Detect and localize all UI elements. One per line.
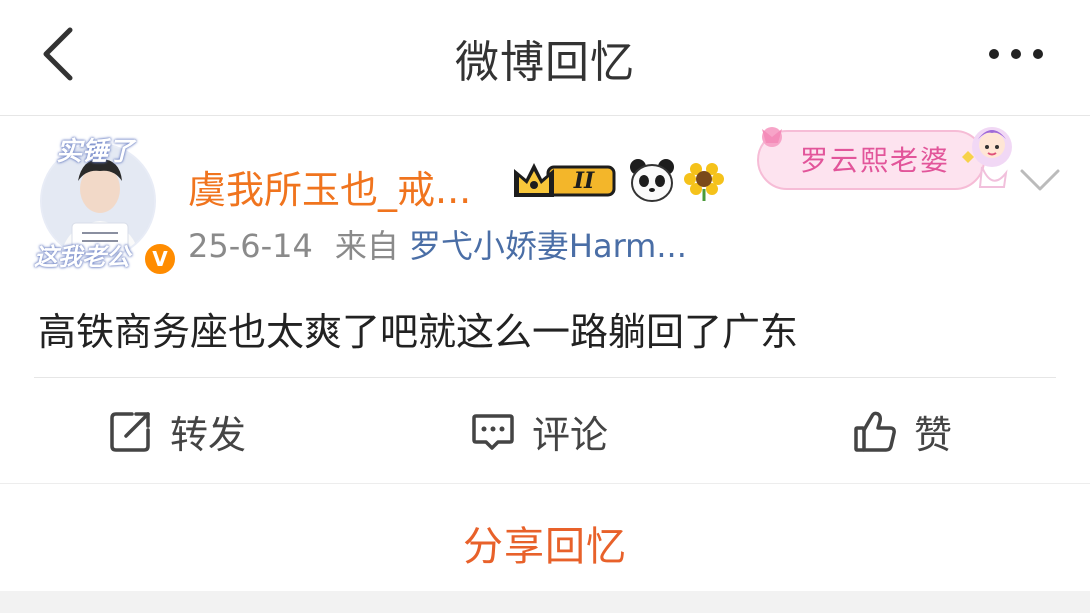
post-card: 实锤了 这我老公 V 虞我所玉也_戒... II 罗云熙老婆 25-6-14 来… <box>0 117 1090 483</box>
level-text: II <box>573 168 595 194</box>
repost-button[interactable]: 转发 <box>108 403 246 459</box>
comment-icon <box>472 414 514 450</box>
share-memory-label: 分享回忆 <box>463 524 627 570</box>
page-title: 微博回忆 <box>455 37 635 88</box>
verified-badge: V <box>142 241 178 277</box>
post-date: 25-6-14 <box>188 227 313 265</box>
crown-icon: II <box>514 163 616 197</box>
share-memory-button[interactable]: 分享回忆 <box>0 483 1090 591</box>
post-options-button[interactable] <box>1018 165 1062 195</box>
repost-icon <box>110 412 150 452</box>
comment-label: 评论 <box>532 412 609 457</box>
thumbs-up-icon <box>854 411 896 452</box>
post-meta: 25-6-14 来自 罗弋小娇妻Harm... <box>188 221 687 267</box>
repost-label: 转发 <box>170 412 247 457</box>
sunflower-icon <box>682 159 726 201</box>
source-prefix: 来自 <box>334 227 399 265</box>
bottom-separator <box>0 591 1090 613</box>
username[interactable]: 虞我所玉也_戒... <box>188 159 471 214</box>
post-body-text: 高铁商务座也太爽了吧就这么一路躺回了广东 <box>38 310 799 354</box>
avatar-frame-bottom-text: 这我老公 <box>34 242 130 271</box>
avatar[interactable]: 实锤了 这我老公 V <box>30 131 178 277</box>
avatar-frame-top-text: 实锤了 <box>56 137 135 167</box>
panda-icon <box>628 157 676 203</box>
member-level-badge[interactable]: II <box>510 157 622 203</box>
fan-tag-text: 罗云熙老婆 <box>800 144 951 177</box>
chevron-down-icon <box>1020 169 1060 191</box>
divider <box>34 377 1056 378</box>
source-link[interactable]: 罗弋小娇妻Harm... <box>409 227 687 265</box>
comment-button[interactable]: 评论 <box>470 403 608 459</box>
like-button[interactable]: 赞 <box>852 403 952 459</box>
top-nav-bar: 微博回忆 <box>0 0 1090 116</box>
more-options-button[interactable] <box>986 42 1046 66</box>
more-dots-icon <box>989 49 1043 59</box>
like-label: 赞 <box>914 412 953 457</box>
